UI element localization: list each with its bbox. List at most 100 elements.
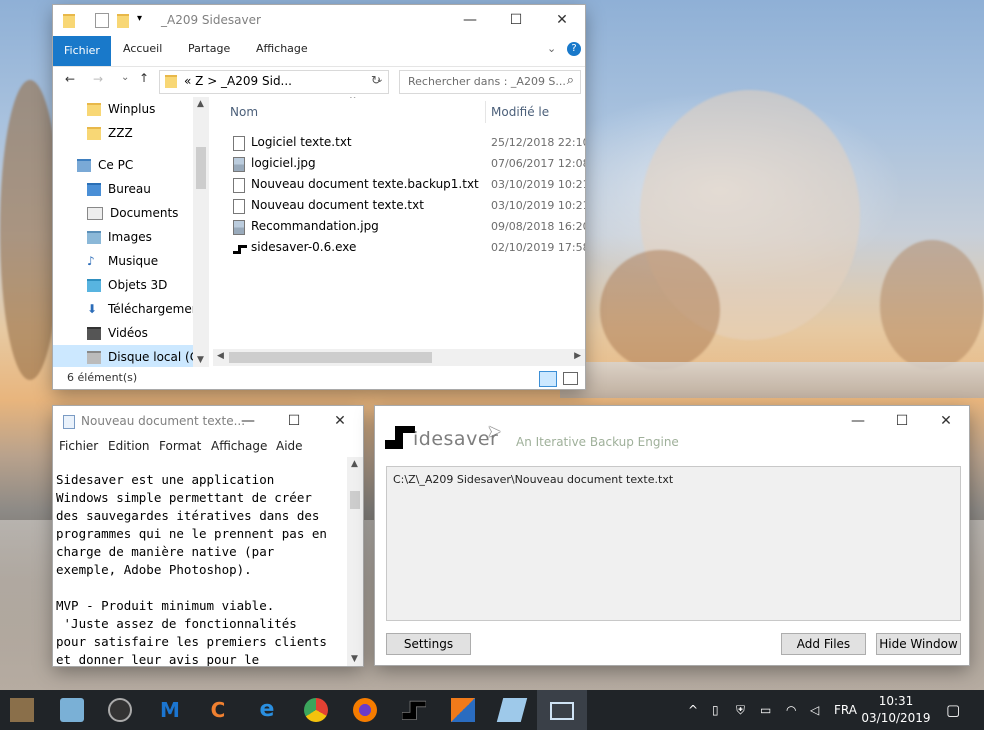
firefox-icon[interactable]	[353, 698, 377, 722]
tab-accueil[interactable]: Accueil	[123, 42, 162, 55]
search-icon[interactable]: ⌕	[567, 73, 574, 88]
scrollbar-thumb[interactable]	[229, 352, 432, 363]
computer-icon	[77, 159, 91, 172]
maximize-button[interactable]: ☐	[879, 406, 925, 437]
usb-icon[interactable]: ▯	[712, 690, 719, 730]
wifi-icon[interactable]: ◠	[786, 690, 796, 730]
battery-icon[interactable]: ▭	[760, 690, 771, 730]
column-header-modified[interactable]: Modifié le	[491, 105, 549, 119]
close-button[interactable]: ✕	[317, 406, 363, 437]
notepad-titlebar[interactable]: Nouveau document texte... — ☐ ✕	[53, 406, 363, 437]
close-button[interactable]: ✕	[539, 5, 585, 36]
new-folder-icon[interactable]	[117, 14, 129, 28]
network-drive-icon[interactable]	[60, 698, 84, 722]
navigation-bar: ← → ⌄ ↑ « Z > _A209 Sid... ⌄ ↻ Recherche…	[53, 67, 585, 97]
file-list-hscrollbar[interactable]: ◀ ▶	[213, 349, 585, 366]
remote-display-icon[interactable]	[550, 702, 574, 720]
menu-affichage[interactable]: Affichage	[211, 439, 267, 453]
nav-item-documents[interactable]: Documents	[87, 201, 178, 225]
minimize-button[interactable]: —	[225, 406, 271, 437]
scrollbar-thumb[interactable]	[196, 147, 206, 189]
nav-item-ce-pc[interactable]: Ce PC	[77, 153, 133, 177]
expand-ribbon-icon[interactable]: ⌄	[547, 42, 556, 55]
nav-item-images[interactable]: Images	[87, 225, 152, 249]
close-button[interactable]: ✕	[923, 406, 969, 437]
menu-edition[interactable]: Edition	[108, 439, 150, 453]
notepad-taskbar-icon[interactable]	[496, 698, 528, 722]
security-shield-icon[interactable]: ⛨	[736, 690, 745, 730]
nav-item-telechargements[interactable]: ⬇Téléchargements	[87, 297, 193, 321]
notifications-icon[interactable]: ▢	[946, 690, 960, 730]
ccleaner-icon[interactable]: C	[206, 698, 230, 722]
help-icon[interactable]: ?	[567, 42, 581, 56]
file-row[interactable]: logiciel.jpg 07/06/2017 12:08	[231, 153, 585, 174]
nav-item-bureau[interactable]: Bureau	[87, 177, 151, 201]
tab-partage[interactable]: Partage	[188, 42, 230, 55]
hide-window-button[interactable]: Hide Window	[876, 633, 961, 655]
show-hidden-icons-icon[interactable]: ^	[688, 690, 698, 730]
chrome-icon[interactable]	[304, 698, 328, 722]
settings-button[interactable]: Settings	[386, 633, 471, 655]
file-row[interactable]: Nouveau document texte.txt 03/10/2019 10:…	[231, 195, 585, 216]
nav-item-objets-3d[interactable]: Objets 3D	[87, 273, 167, 297]
nav-item-musique[interactable]: ♪ Musique	[87, 249, 158, 273]
notepad-scrollbar[interactable]: ▲ ▼	[347, 457, 363, 666]
watched-files-list[interactable]: C:\Z\_A209 Sidesaver\Nouveau document te…	[386, 466, 961, 621]
recent-dropdown-icon[interactable]: ⌄	[121, 72, 129, 83]
watched-file-path[interactable]: C:\Z\_A209 Sidesaver\Nouveau document te…	[393, 473, 673, 486]
menu-aide[interactable]: Aide	[276, 439, 303, 453]
minimize-button[interactable]: —	[447, 5, 493, 36]
tab-fichier[interactable]: Fichier	[53, 36, 111, 66]
quick-access-dropdown-icon[interactable]: ▾	[137, 13, 142, 24]
sidesaver-logo-icon	[385, 426, 415, 449]
forward-arrow-icon[interactable]: →	[93, 72, 103, 86]
file-row[interactable]: sidesaver-0.6.exe 02/10/2019 17:58	[231, 237, 585, 258]
maximize-button[interactable]: ☐	[271, 406, 317, 437]
sort-indicator-icon: ^	[349, 97, 357, 105]
scroll-right-icon[interactable]: ▶	[574, 351, 581, 361]
menu-format[interactable]: Format	[159, 439, 201, 453]
clock[interactable]: 10:31 03/10/2019	[858, 693, 934, 727]
sidesaver-taskbar-icon[interactable]	[401, 698, 427, 722]
search-input[interactable]: Rechercher dans : _A209 S... ⌕	[399, 70, 581, 94]
malwarebytes-icon[interactable]: M	[158, 698, 182, 722]
language-indicator[interactable]: FRA	[834, 690, 857, 730]
refresh-icon[interactable]: ↻	[371, 73, 381, 87]
scroll-up-icon[interactable]: ▲	[351, 459, 358, 469]
app-icon[interactable]	[451, 698, 475, 722]
file-row[interactable]: Logiciel texte.txt 25/12/2018 22:10	[231, 132, 585, 153]
scrollbar-thumb[interactable]	[350, 491, 360, 509]
nav-item-winplus[interactable]: Winplus	[87, 97, 155, 121]
menu-fichier[interactable]: Fichier	[59, 439, 98, 453]
back-arrow-icon[interactable]: ←	[65, 72, 75, 86]
file-row[interactable]: Recommandation.jpg 09/08/2018 16:20	[231, 216, 585, 237]
details-view-icon[interactable]	[539, 371, 557, 387]
add-files-button[interactable]: Add Files	[781, 633, 866, 655]
nav-pane-scrollbar[interactable]: ▲ ▼	[193, 97, 209, 367]
maximize-button[interactable]: ☐	[493, 5, 539, 36]
scroll-down-icon[interactable]: ▼	[351, 654, 358, 664]
tab-affichage[interactable]: Affichage	[256, 42, 308, 55]
folder-icon	[165, 75, 177, 88]
address-bar[interactable]: « Z > _A209 Sid... ⌄	[159, 70, 389, 94]
up-arrow-icon[interactable]: ↑	[139, 71, 149, 85]
nav-item-disque-local[interactable]: Disque local (C:)	[53, 345, 193, 367]
scroll-left-icon[interactable]: ◀	[217, 351, 224, 361]
file-row[interactable]: Nouveau document texte.backup1.txt 03/10/…	[231, 174, 585, 195]
large-icons-view-icon[interactable]	[563, 372, 578, 385]
nav-item-zzz[interactable]: ZZZ	[87, 121, 133, 145]
explorer-titlebar[interactable]: ▾ _A209 Sidesaver — ☐ ✕	[53, 5, 585, 36]
folder-icon	[87, 127, 101, 140]
videos-icon	[87, 327, 101, 340]
minimize-button[interactable]: —	[835, 406, 881, 437]
properties-icon[interactable]	[95, 13, 109, 28]
notepad-text-area[interactable]: Sidesaver est une application Windows si…	[53, 457, 347, 666]
column-header-name[interactable]: Nom	[230, 105, 258, 119]
speedometer-icon[interactable]	[108, 698, 132, 722]
edge-icon[interactable]: e	[255, 698, 279, 722]
app-icon[interactable]	[10, 698, 34, 722]
scroll-down-icon[interactable]: ▼	[197, 355, 204, 365]
scroll-up-icon[interactable]: ▲	[197, 99, 204, 109]
nav-item-videos[interactable]: Vidéos	[87, 321, 148, 345]
volume-icon[interactable]: ◁	[810, 690, 819, 730]
